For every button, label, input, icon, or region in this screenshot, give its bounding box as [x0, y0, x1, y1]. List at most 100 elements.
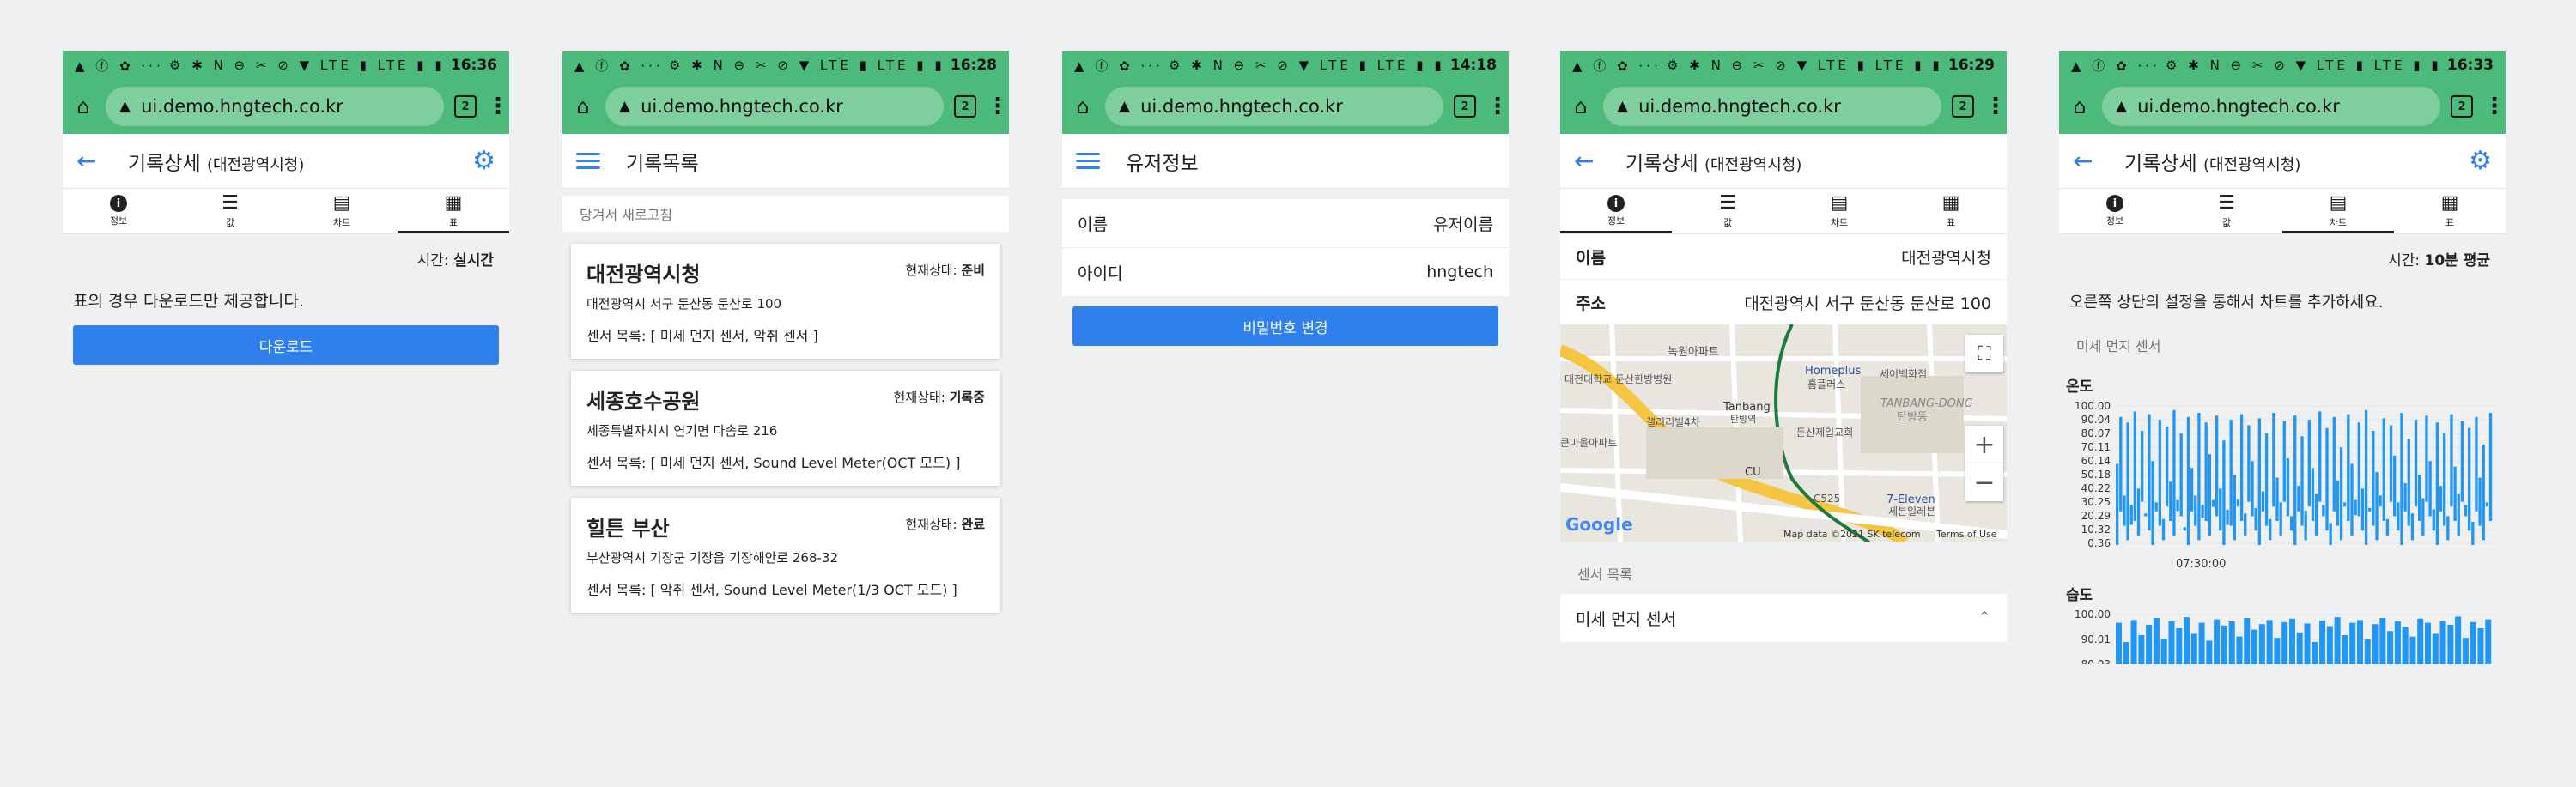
status-bar: ▲ ⓕ ✿ ··· ⚙ ✱ N ⊖ ✂ ⊘ ▼ LTE ▮ LTE ▮ ▮ 16…: [562, 51, 1009, 79]
more-menu-icon[interactable]: ⋮: [987, 94, 1009, 119]
chart-bar: [2382, 418, 2385, 521]
tab-label: 차트: [1830, 217, 1849, 228]
tabs-count-button[interactable]: 2: [954, 95, 976, 118]
chart-bar: [2318, 411, 2322, 502]
back-arrow-icon[interactable]: ←: [76, 147, 102, 175]
chart-bar: [2354, 499, 2357, 516]
url-field[interactable]: ▲ ui.demo.hngtech.co.kr: [1105, 87, 1443, 126]
chart-bar: [2274, 638, 2281, 685]
chart-bar: [2403, 482, 2407, 512]
y-tick-label: 70.11: [2081, 441, 2111, 453]
tab-chart[interactable]: ▤ 차트: [1783, 189, 1895, 233]
url-field[interactable]: ▲ ui.demo.hngtech.co.kr: [106, 87, 444, 126]
chart-bar: [2443, 433, 2446, 526]
tab-table[interactable]: ▦ 표: [398, 189, 509, 233]
tab-bar: i 정보 ☰ 값 ▤ 차트 ▦ 표: [2059, 189, 2506, 234]
chart-bar: [2198, 622, 2205, 685]
more-menu-icon[interactable]: ⋮: [2483, 94, 2506, 119]
tab-label: 차트: [2329, 217, 2348, 228]
tab-bar: i 정보 ☰ 값 ▤ 차트 ▦ 표: [63, 189, 509, 234]
record-state: 현재상태: 기록중: [894, 388, 985, 406]
home-icon[interactable]: ⌂: [571, 94, 595, 118]
chevron-up-icon: ⌃: [1978, 608, 1991, 627]
tabs-count-button[interactable]: 2: [1952, 95, 1974, 118]
tab-table[interactable]: ▦ 표: [1895, 189, 2007, 233]
home-icon[interactable]: ⌂: [1569, 94, 1593, 118]
home-icon[interactable]: ⌂: [71, 94, 95, 118]
back-arrow-icon[interactable]: ←: [1574, 147, 1600, 175]
screen-record-list: ▲ ⓕ ✿ ··· ⚙ ✱ N ⊖ ✂ ⊘ ▼ LTE ▮ LTE ▮ ▮ 16…: [562, 51, 1009, 721]
tabs-count-button[interactable]: 2: [454, 95, 477, 118]
record-card[interactable]: 힐튼 부산 현재상태: 완료 부산광역시 기장군 기장읍 기장해안로 268-3…: [571, 498, 1000, 613]
more-menu-icon[interactable]: ⋮: [1486, 94, 1509, 119]
map-label: 7-Eleven: [1886, 493, 1935, 506]
record-sensors: 센서 목록: [ 악취 센서, Sound Level Meter(1/3 OC…: [586, 582, 957, 598]
tab-info[interactable]: i 정보: [2059, 189, 2171, 233]
page-title: 유저정보: [1126, 152, 1199, 175]
tabs-count-button[interactable]: 2: [2451, 95, 2473, 118]
sensor-accordion[interactable]: 미세 먼지 센서 ⌃: [1560, 594, 2007, 642]
chart-bar: [2334, 617, 2341, 685]
state-label: 현재상태:: [893, 390, 945, 405]
record-card[interactable]: 대전광역시청 현재상태: 준비 대전광역시 서구 둔산동 둔산로 100 센서 …: [571, 244, 1000, 359]
chart-bar: [2312, 642, 2318, 685]
state-label: 현재상태:: [905, 517, 957, 532]
more-menu-icon[interactable]: ⋮: [1984, 94, 2007, 119]
tab-info[interactable]: i 정보: [1560, 189, 1672, 233]
chart-bar: [2154, 502, 2158, 512]
chart-bar: [2288, 618, 2295, 685]
zoom-in-button[interactable]: +: [1965, 426, 2003, 463]
warning-icon: ▲: [2116, 98, 2128, 115]
map-terms[interactable]: Terms of Use: [1935, 529, 1997, 540]
chart-bar: [2148, 414, 2151, 531]
chart-bar: [2470, 621, 2476, 685]
tab-info[interactable]: i 정보: [63, 189, 174, 233]
location-map[interactable]: 녹원아파트 대전대학교 둔산한방병원 Homeplus 홈플러스 세이백화점 갤…: [1560, 324, 2007, 542]
fullscreen-icon[interactable]: ⛶: [1965, 335, 2003, 372]
zoom-out-button[interactable]: −: [1965, 463, 2003, 501]
download-button[interactable]: 다운로드: [73, 325, 499, 365]
tabs-count-button[interactable]: 2: [1454, 95, 1476, 118]
gear-icon[interactable]: ⚙: [472, 146, 495, 176]
chart-bar: [2186, 416, 2190, 545]
bar-chart-icon: ▤: [332, 192, 351, 214]
tab-label: 표: [2445, 217, 2455, 228]
page-title: 기록목록: [626, 152, 699, 175]
url-field[interactable]: ▲ ui.demo.hngtech.co.kr: [2102, 87, 2440, 126]
tab-chart[interactable]: ▤ 차트: [2282, 189, 2394, 233]
chart-bar: [2432, 633, 2439, 685]
tab-values[interactable]: ☰ 값: [2171, 189, 2282, 233]
screen-record-detail-table: ▲ ⓕ ✿ ··· ⚙ ✱ N ⊖ ✂ ⊘ ▼ LTE ▮ LTE ▮ ▮ 16…: [63, 51, 509, 721]
map-label: CU: [1745, 466, 1761, 479]
chart-bar: [2394, 621, 2401, 685]
app-bar: 유저정보: [1062, 134, 1509, 189]
row-label: 이름: [1078, 215, 1108, 234]
page-title-text: 기록상세: [2124, 152, 2197, 175]
home-icon[interactable]: ⌂: [2068, 94, 2092, 118]
chart-bar: [2151, 461, 2154, 545]
tab-chart[interactable]: ▤ 차트: [286, 189, 398, 233]
y-tick-label: 50.18: [2081, 469, 2111, 481]
tab-label: 값: [2221, 217, 2232, 228]
tab-table[interactable]: ▦ 표: [2394, 189, 2506, 233]
change-password-button[interactable]: 비밀번호 변경: [1072, 306, 1498, 346]
status-icons-right: ⚙ ✱ N ⊖ ✂ ⊘ ▼ LTE ▮ LTE ▮ ▮: [669, 58, 945, 73]
chart-bar: [2176, 628, 2183, 685]
chart-bar: [2432, 509, 2435, 531]
chart-title-humidity: 습도: [2066, 587, 2093, 604]
home-icon[interactable]: ⌂: [1071, 94, 1095, 118]
menu-icon[interactable]: [576, 153, 600, 169]
url-field[interactable]: ▲ ui.demo.hngtech.co.kr: [605, 87, 944, 126]
chart-bar: [2410, 513, 2415, 541]
status-time: 16:28: [950, 57, 997, 74]
gear-icon[interactable]: ⚙: [2469, 146, 2492, 176]
back-arrow-icon[interactable]: ←: [2073, 147, 2099, 175]
chart-bar: [2197, 413, 2201, 541]
tab-values[interactable]: ☰ 값: [1672, 189, 1783, 233]
tab-values[interactable]: ☰ 값: [174, 189, 286, 233]
chart-bar: [2233, 475, 2236, 541]
menu-icon[interactable]: [1076, 153, 1100, 169]
url-field[interactable]: ▲ ui.demo.hngtech.co.kr: [1603, 87, 1941, 126]
record-card[interactable]: 세종호수공원 현재상태: 기록중 세종특별자치시 연기면 다솜로 216 센서 …: [571, 371, 1000, 486]
more-menu-icon[interactable]: ⋮: [487, 94, 509, 119]
